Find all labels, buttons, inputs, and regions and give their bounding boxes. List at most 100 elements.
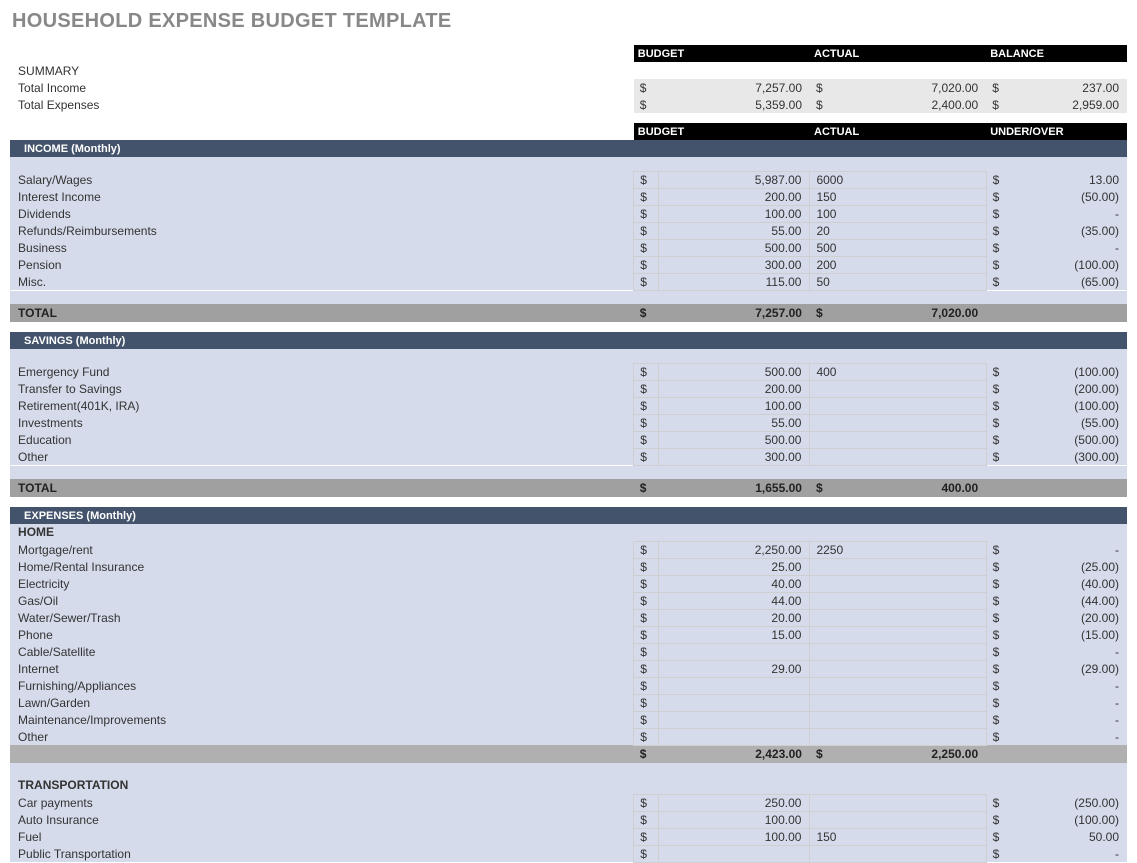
table-row: Interest Income$200.00150$(50.00): [10, 188, 1127, 205]
budget-value[interactable]: [658, 711, 810, 728]
budget-value[interactable]: 55.00: [658, 414, 810, 431]
actual-value[interactable]: 150: [810, 828, 986, 845]
table-row: Lawn/Garden$$-: [10, 694, 1127, 711]
actual-value[interactable]: 100: [810, 205, 986, 222]
actual-value[interactable]: [810, 431, 986, 448]
budget-value[interactable]: 40.00: [658, 575, 810, 592]
underover-value: -: [1010, 711, 1127, 728]
currency-symbol: $: [986, 431, 1010, 448]
actual-value[interactable]: [810, 592, 986, 609]
currency-symbol: $: [634, 96, 658, 113]
budget-value[interactable]: 55.00: [658, 222, 810, 239]
actual-value[interactable]: [810, 609, 986, 626]
budget-value[interactable]: 250.00: [658, 794, 810, 811]
actual-value[interactable]: 20: [810, 222, 986, 239]
actual-value[interactable]: 6000: [810, 171, 986, 188]
category-subtotal: $2,423.00$2,250.00: [10, 745, 1127, 763]
actual-value[interactable]: 2250: [810, 541, 986, 558]
budget-value[interactable]: [658, 694, 810, 711]
underover-value: (200.00): [1010, 380, 1127, 397]
actual-value[interactable]: 400: [810, 363, 986, 380]
budget-value[interactable]: 5,987.00: [658, 171, 810, 188]
budget-value[interactable]: 500.00: [658, 363, 810, 380]
currency-symbol: $: [634, 380, 658, 397]
actual-value[interactable]: [810, 728, 986, 745]
budget-value[interactable]: 100.00: [658, 811, 810, 828]
actual-value[interactable]: [810, 794, 986, 811]
currency-symbol: $: [634, 728, 658, 745]
actual-value[interactable]: [810, 694, 986, 711]
budget-value[interactable]: 29.00: [658, 660, 810, 677]
budget-value[interactable]: 25.00: [658, 558, 810, 575]
summary-row: Total Income $ 7,257.00 $ 7,020.00 $ 237…: [10, 79, 1127, 96]
actual-value[interactable]: 150: [810, 188, 986, 205]
budget-value[interactable]: [658, 728, 810, 745]
row-label: Furnishing/Appliances: [14, 677, 634, 694]
actual-value[interactable]: [810, 397, 986, 414]
underover-value: (500.00): [1010, 431, 1127, 448]
budget-value[interactable]: 200.00: [658, 380, 810, 397]
underover-value: (55.00): [1010, 414, 1127, 431]
actual-value[interactable]: [810, 448, 986, 465]
actual-value[interactable]: [810, 845, 986, 862]
table-row: Emergency Fund$500.00400$(100.00): [10, 363, 1127, 380]
actual-value[interactable]: 50: [810, 273, 986, 290]
budget-value[interactable]: 15.00: [658, 626, 810, 643]
budget-value[interactable]: 2,250.00: [658, 541, 810, 558]
actual-value[interactable]: [810, 660, 986, 677]
category-header: TRANSPORTATION: [10, 777, 1127, 794]
budget-value[interactable]: 100.00: [658, 828, 810, 845]
budget-value[interactable]: 100.00: [658, 205, 810, 222]
actual-value[interactable]: [810, 414, 986, 431]
total-budget: 1,655.00: [658, 479, 810, 497]
row-label: Retirement(401K, IRA): [14, 397, 634, 414]
underover-value: (300.00): [1010, 448, 1127, 465]
budget-value[interactable]: [658, 643, 810, 660]
actual-value[interactable]: [810, 626, 986, 643]
budget-value[interactable]: 44.00: [658, 592, 810, 609]
underover-value: -: [1010, 239, 1127, 256]
budget-value[interactable]: 200.00: [658, 188, 810, 205]
actual-value[interactable]: [810, 711, 986, 728]
total-actual: 7,020.00: [834, 304, 986, 322]
currency-symbol: $: [986, 96, 1010, 113]
actual-value[interactable]: 500: [810, 239, 986, 256]
budget-value[interactable]: 300.00: [658, 448, 810, 465]
actual-value[interactable]: [810, 811, 986, 828]
total-label: TOTAL: [14, 479, 634, 497]
currency-symbol: $: [634, 558, 658, 575]
actual-value[interactable]: [810, 643, 986, 660]
actual-value[interactable]: [810, 380, 986, 397]
actual-value[interactable]: [810, 677, 986, 694]
table-row: Investments$55.00$(55.00): [10, 414, 1127, 431]
budget-value[interactable]: [658, 677, 810, 694]
actual-value[interactable]: [810, 558, 986, 575]
budget-value[interactable]: 115.00: [658, 273, 810, 290]
table-row: Internet$29.00$(29.00): [10, 660, 1127, 677]
budget-value[interactable]: 500.00: [658, 239, 810, 256]
actual-value[interactable]: [810, 575, 986, 592]
currency-symbol: $: [634, 479, 658, 497]
summary-row-label: Total Income: [14, 79, 634, 96]
row-label: Mortgage/rent: [14, 541, 634, 558]
underover-value: (65.00): [1010, 273, 1127, 290]
underover-value: (100.00): [1010, 811, 1127, 828]
budget-value[interactable]: [658, 845, 810, 862]
budget-value[interactable]: 300.00: [658, 256, 810, 273]
currency-symbol: $: [634, 745, 658, 763]
currency-symbol: $: [986, 363, 1010, 380]
column-header-underover: UNDER/OVER: [986, 123, 1127, 140]
budget-value[interactable]: 20.00: [658, 609, 810, 626]
column-header-budget: BUDGET: [634, 123, 810, 140]
budget-value[interactable]: 100.00: [658, 397, 810, 414]
summary-budget-value: 5,359.00: [658, 96, 810, 113]
budget-value[interactable]: 500.00: [658, 431, 810, 448]
row-label: Lawn/Garden: [14, 694, 634, 711]
currency-symbol: $: [986, 558, 1010, 575]
currency-symbol: $: [634, 592, 658, 609]
total-actual: 400.00: [834, 479, 986, 497]
actual-value[interactable]: 200: [810, 256, 986, 273]
currency-symbol: $: [986, 79, 1010, 96]
underover-value: -: [1010, 694, 1127, 711]
table-row: Phone$15.00$(15.00): [10, 626, 1127, 643]
